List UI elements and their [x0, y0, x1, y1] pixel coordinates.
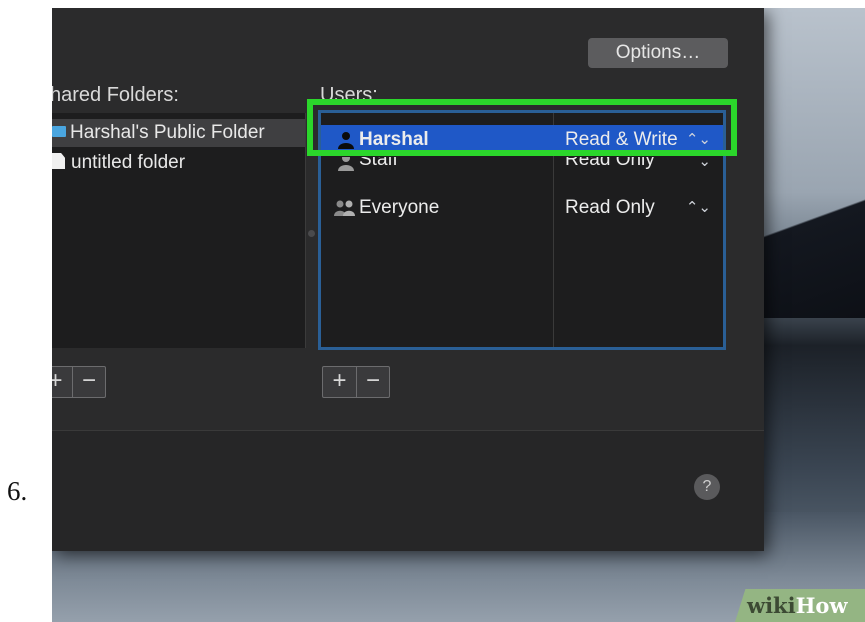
user-name: Everyone — [359, 197, 440, 218]
user-row-staff[interactable]: Staff Read Only ⌄ — [321, 157, 723, 179]
user-icon — [338, 157, 354, 171]
folder-item-harshals-public[interactable]: Harshal's Public Folder — [52, 119, 305, 147]
shared-folders-label: hared Folders: — [52, 84, 179, 106]
remove-user-button[interactable]: − — [356, 367, 389, 397]
stepper-icon[interactable]: ⌄ — [698, 157, 711, 169]
folder-item-untitled[interactable]: untitled folder — [52, 149, 305, 177]
user-name: Staff — [359, 157, 398, 170]
blue-folder-icon — [52, 126, 66, 138]
user-row-everyone[interactable]: Everyone Read Only ⌃⌄ — [321, 193, 723, 223]
help-button[interactable]: ? — [694, 474, 720, 500]
folder-name: untitled folder — [71, 152, 186, 173]
permission-select[interactable]: Read Only — [565, 157, 655, 169]
options-button[interactable]: Options… — [588, 38, 728, 68]
add-user-button[interactable]: + — [323, 367, 356, 397]
group-icon — [334, 200, 355, 216]
user-add-remove-group: + − — [322, 366, 390, 398]
split-resize-handle[interactable] — [308, 230, 315, 237]
screenshot-frame: Options… hared Folders: Users: Harshal's… — [52, 8, 865, 622]
permission-select[interactable]: Read Only — [565, 193, 655, 223]
add-folder-button[interactable]: + — [52, 367, 72, 397]
document-icon — [52, 152, 65, 169]
shared-folders-list[interactable]: Harshal's Public Folder untitled folder — [52, 113, 306, 348]
folder-add-remove-group: + − — [52, 366, 106, 398]
highlight-box — [307, 99, 737, 156]
wikihow-watermark: wikiHow — [735, 589, 865, 622]
stepper-icon[interactable]: ⌃⌄ — [686, 193, 711, 223]
folder-name: Harshal's Public Folder — [70, 122, 265, 143]
remove-folder-button[interactable]: − — [72, 367, 105, 397]
window-footer — [52, 430, 764, 551]
sharing-window: Options… hared Folders: Users: Harshal's… — [52, 8, 764, 551]
step-number: 6. — [7, 476, 28, 506]
